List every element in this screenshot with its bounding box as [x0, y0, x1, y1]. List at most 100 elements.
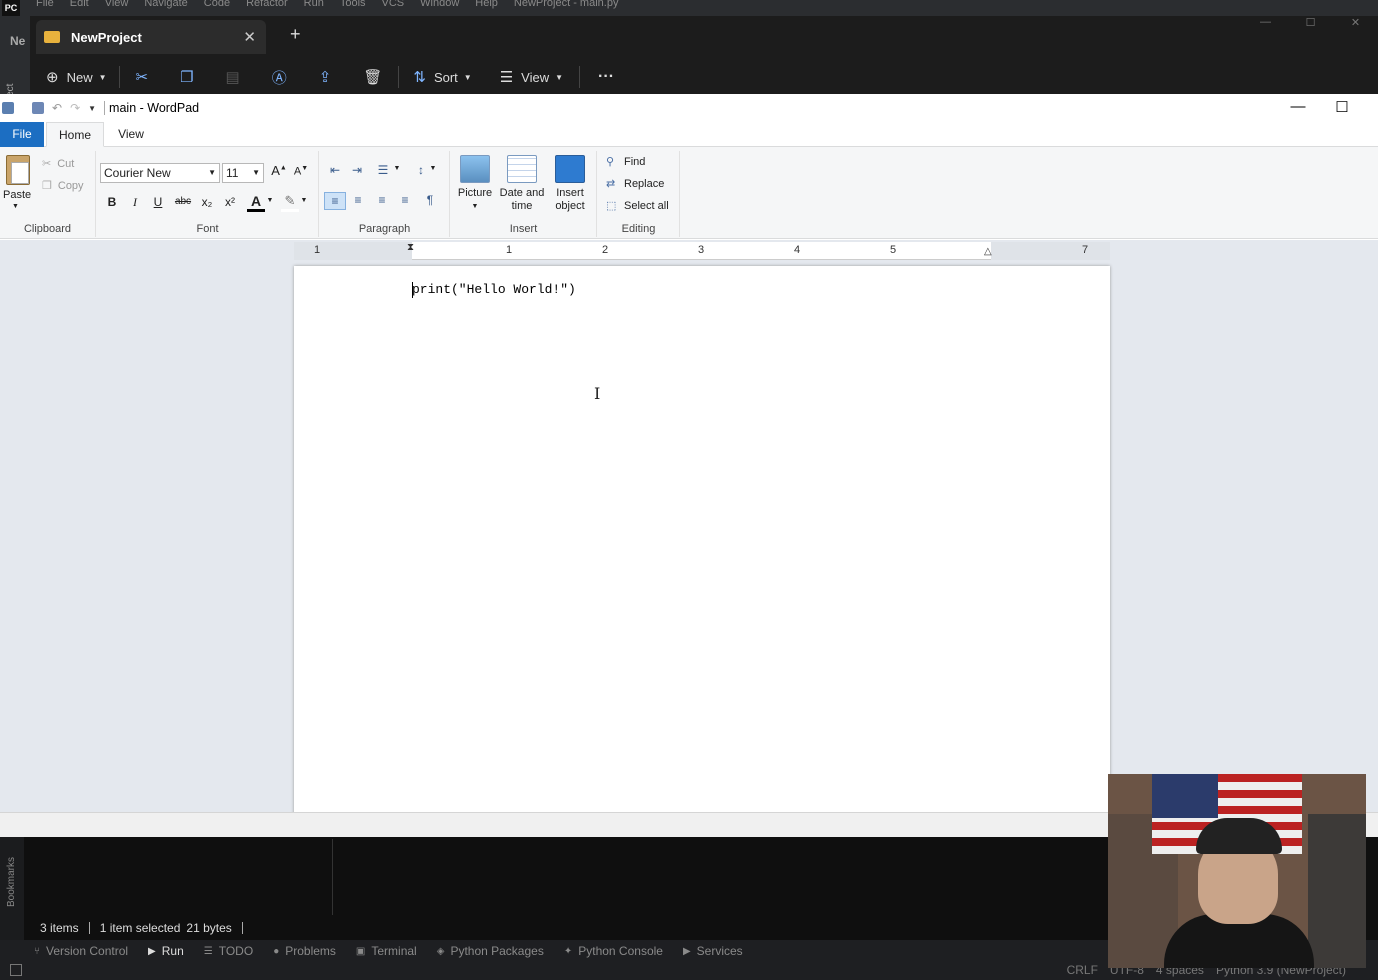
- shrink-font-icon[interactable]: A▼: [292, 165, 310, 178]
- new-button[interactable]: ⊕ New ▼: [46, 68, 107, 86]
- bookmarks-toolwindow-label[interactable]: Bookmarks: [6, 857, 17, 907]
- menu-edit[interactable]: Edit: [70, 0, 89, 9]
- menu-refactor[interactable]: Refactor: [246, 0, 288, 9]
- document-page[interactable]: print("Hello World!") I: [294, 266, 1110, 812]
- font-color-icon[interactable]: A: [247, 193, 265, 212]
- more-options-button[interactable]: ···: [598, 68, 614, 86]
- chevron-down-icon: ▼: [98, 72, 107, 82]
- replace-button[interactable]: ⇄ Replace: [606, 177, 664, 191]
- share-icon[interactable]: ⇪: [319, 68, 332, 86]
- scissors-icon: ✂: [42, 158, 52, 170]
- justify-icon[interactable]: ≡: [396, 193, 414, 207]
- menu-tools[interactable]: Tools: [340, 0, 366, 9]
- minimize-button[interactable]: —: [1243, 16, 1288, 34]
- selection-size: 21 bytes: [186, 921, 232, 935]
- toolwindow-python-packages[interactable]: ◈ Python Packages: [437, 944, 544, 958]
- font-group: Courier New ▼ 11 ▼ A▲ A▼ B I U abc x₂ x²…: [97, 151, 319, 237]
- cut-button[interactable]: ✂ Cut: [42, 157, 74, 171]
- font-size-select[interactable]: 11 ▼: [222, 163, 264, 183]
- insert-object-button[interactable]: Insert object: [549, 155, 591, 213]
- maximize-button[interactable]: ☐: [1320, 98, 1364, 116]
- indent-marker-icon[interactable]: ⧗: [407, 242, 414, 253]
- explorer-tab[interactable]: NewProject ✕: [36, 20, 266, 54]
- font-family-select[interactable]: Courier New ▼: [100, 163, 220, 183]
- maximize-button[interactable]: ☐: [1288, 16, 1333, 34]
- new-tab-button[interactable]: +: [290, 24, 301, 45]
- line-separator-status[interactable]: CRLF: [1067, 963, 1098, 977]
- toolwindow-label: Problems: [285, 944, 336, 958]
- copy-button[interactable]: ❐ Copy: [42, 179, 84, 193]
- layout-toggle-icon[interactable]: [10, 964, 22, 976]
- menu-view[interactable]: View: [105, 0, 129, 9]
- menu-run[interactable]: Run: [304, 0, 324, 9]
- tab-home[interactable]: Home: [46, 122, 104, 147]
- pycharm-left-strip: roject: [0, 16, 30, 108]
- delete-icon[interactable]: 🗑: [363, 68, 382, 86]
- chevron-down-icon[interactable]: ▼: [428, 165, 438, 172]
- view-button[interactable]: ☰ View ▼: [500, 68, 563, 86]
- chevron-down-icon[interactable]: ▼: [392, 165, 402, 172]
- tab-close-button[interactable]: ✕: [243, 28, 256, 46]
- toolwindow-version-control[interactable]: ⑂ Version Control: [34, 944, 128, 958]
- list-icon: ☰: [203, 945, 213, 957]
- align-right-icon[interactable]: ≡: [373, 193, 391, 207]
- rename-icon[interactable]: Ⓐ: [272, 67, 287, 88]
- close-button[interactable]: ✕: [1333, 16, 1378, 34]
- highlight-icon[interactable]: ✎: [281, 193, 299, 212]
- grow-font-icon[interactable]: A▲: [270, 163, 288, 178]
- toolwindow-problems[interactable]: ● Problems: [273, 944, 336, 958]
- toolwindow-python-console[interactable]: ✦ Python Console: [564, 944, 663, 958]
- calendar-clock-icon: [507, 155, 537, 183]
- decrease-indent-icon[interactable]: ⇤: [326, 163, 344, 177]
- toolwindow-run[interactable]: ▶ Run: [148, 944, 184, 958]
- select-all-button[interactable]: ⬚ Select all: [606, 199, 669, 213]
- date-time-button[interactable]: Date and time: [497, 155, 547, 213]
- menu-window[interactable]: Window: [420, 0, 459, 9]
- chevron-down-icon[interactable]: ▼: [265, 197, 275, 204]
- webcam-background: [1308, 814, 1366, 968]
- copy-icon[interactable]: ❐: [180, 68, 193, 86]
- undo-icon[interactable]: ↶: [52, 101, 62, 115]
- file-explorer-window: NewProject ✕ + — ☐ ✕ ⊕ New ▼ ✂ ❐ ▤ Ⓐ ⇪ 🗑…: [30, 16, 1378, 94]
- align-left-button[interactable]: ≡: [324, 192, 346, 210]
- underline-button[interactable]: U: [149, 195, 167, 209]
- sort-button[interactable]: ⇅ Sort ▼: [413, 68, 471, 86]
- copy-label: Copy: [57, 179, 84, 192]
- date-time-label-line1: Date and: [499, 187, 545, 199]
- save-icon[interactable]: [32, 102, 44, 114]
- toolwindow-todo[interactable]: ☰ TODO: [204, 944, 253, 958]
- minimize-button[interactable]: —: [1276, 98, 1320, 116]
- bullet-list-icon[interactable]: ☰: [374, 163, 392, 177]
- menu-help[interactable]: Help: [475, 0, 498, 9]
- chevron-down-icon[interactable]: ▼: [299, 197, 309, 204]
- subscript-button[interactable]: x₂: [198, 195, 216, 209]
- menu-vcs[interactable]: VCS: [382, 0, 405, 9]
- right-indent-marker-icon[interactable]: △: [984, 246, 992, 257]
- paste-icon[interactable]: ▤: [226, 68, 240, 86]
- menu-code[interactable]: Code: [204, 0, 230, 9]
- find-button[interactable]: ⚲ Find: [606, 155, 645, 169]
- italic-button[interactable]: I: [126, 195, 144, 210]
- terminal-icon: ▣: [355, 945, 366, 957]
- toolwindow-services[interactable]: ▶ Services: [683, 944, 743, 958]
- increase-indent-icon[interactable]: ⇥: [348, 163, 366, 177]
- paragraph-settings-icon[interactable]: ¶: [421, 193, 439, 207]
- document-text[interactable]: print("Hello World!"): [412, 282, 576, 297]
- cut-icon[interactable]: ✂: [136, 68, 149, 86]
- tab-file[interactable]: File: [0, 122, 44, 147]
- toolbar-divider: [118, 66, 120, 88]
- chevron-down-icon: ▼: [208, 168, 216, 177]
- bold-button[interactable]: B: [103, 195, 121, 209]
- view-button-label: View: [521, 69, 550, 85]
- align-center-icon[interactable]: ≡: [349, 193, 367, 207]
- picture-button[interactable]: Picture ▼: [455, 155, 495, 213]
- tab-view[interactable]: View: [104, 122, 158, 147]
- customize-qat-icon[interactable]: ▼: [88, 104, 96, 113]
- menu-file[interactable]: File: [36, 0, 54, 9]
- strikethrough-button[interactable]: abc: [172, 196, 194, 207]
- menu-navigate[interactable]: Navigate: [144, 0, 187, 9]
- toolwindow-terminal[interactable]: ▣ Terminal: [356, 944, 417, 958]
- paragraph-group: ⇤ ⇥ ☰ ▼ ↕ ▼ ≡ ≡ ≡ ≡ ¶ Paragraph: [320, 151, 450, 237]
- superscript-button[interactable]: x²: [221, 195, 239, 209]
- redo-icon[interactable]: ↷: [70, 101, 80, 115]
